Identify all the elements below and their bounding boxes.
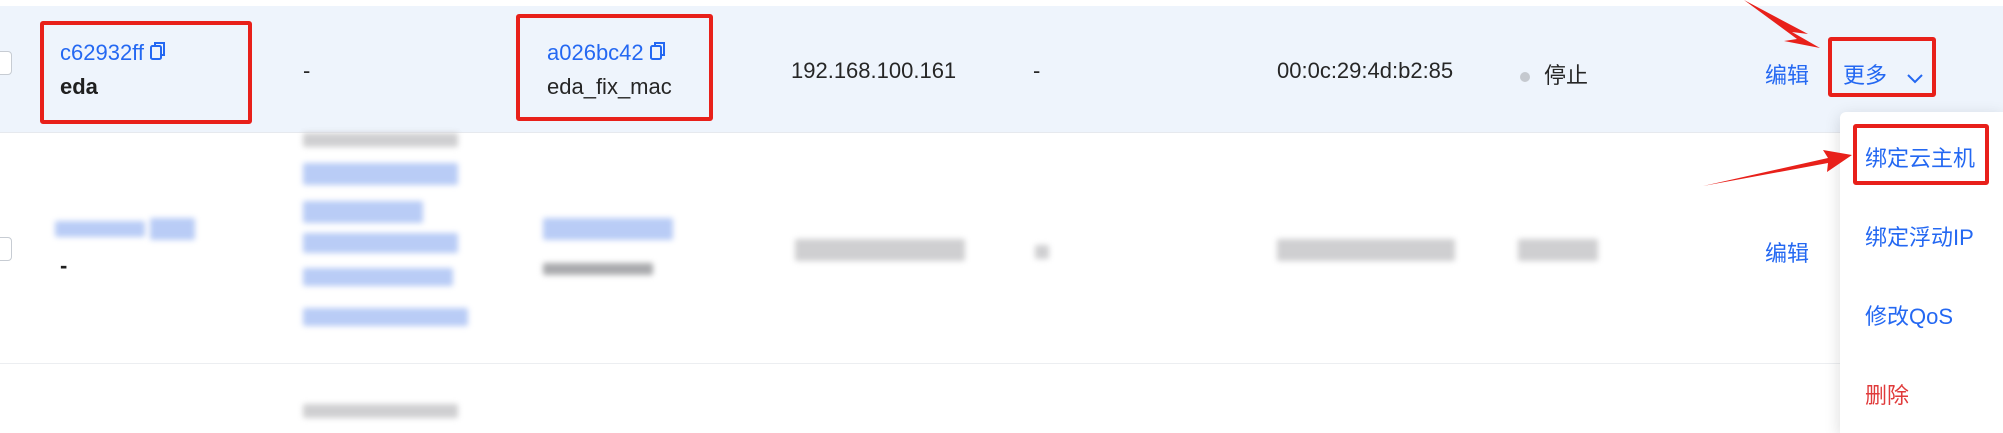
redacted-text bbox=[303, 133, 458, 147]
ip-address: 192.168.100.161 bbox=[791, 58, 957, 83]
cell-dash: - bbox=[303, 58, 311, 83]
redacted-text bbox=[303, 308, 468, 326]
redacted-text bbox=[795, 239, 965, 261]
annotation-box bbox=[516, 14, 713, 121]
menu-item-bind-floating-ip[interactable]: 绑定浮动IP bbox=[1865, 220, 1974, 252]
cell-dash: - bbox=[1033, 58, 1041, 83]
redacted-text bbox=[543, 218, 673, 240]
redacted-text bbox=[1277, 239, 1455, 261]
redacted-text bbox=[543, 263, 653, 275]
row-checkbox[interactable] bbox=[0, 51, 12, 75]
redacted-text bbox=[303, 268, 453, 286]
table-row[interactable]: c62932ff eda - a026bc42 eda_fix_mac 192.… bbox=[0, 6, 2003, 133]
status-dot-icon bbox=[1520, 72, 1530, 83]
redacted-text bbox=[150, 218, 195, 240]
redacted-text bbox=[303, 163, 458, 185]
redacted-text bbox=[303, 201, 423, 223]
instance-name: - bbox=[60, 253, 68, 278]
table-row[interactable]: - 编辑 bbox=[0, 133, 2003, 364]
status: 停止 bbox=[1520, 58, 1588, 90]
redacted-text bbox=[1518, 239, 1598, 261]
annotation-box bbox=[1828, 37, 1936, 97]
row-checkbox[interactable] bbox=[0, 237, 12, 261]
annotation-box bbox=[40, 21, 252, 124]
table-row[interactable] bbox=[0, 364, 2003, 433]
redacted-text bbox=[1035, 245, 1049, 259]
redacted-text bbox=[55, 221, 145, 237]
redacted-text bbox=[303, 233, 458, 253]
mac-address: 00:0c:29:4d:b2:85 bbox=[1277, 58, 1454, 83]
status-text: 停止 bbox=[1544, 63, 1589, 88]
annotation-box bbox=[1853, 124, 1989, 185]
redacted-text bbox=[303, 404, 458, 418]
menu-item-delete[interactable]: 删除 bbox=[1865, 378, 1909, 410]
edit-button[interactable]: 编辑 bbox=[1765, 58, 1809, 90]
menu-item-modify-qos[interactable]: 修改QoS bbox=[1865, 299, 1953, 331]
edit-button[interactable]: 编辑 bbox=[1765, 236, 1809, 268]
